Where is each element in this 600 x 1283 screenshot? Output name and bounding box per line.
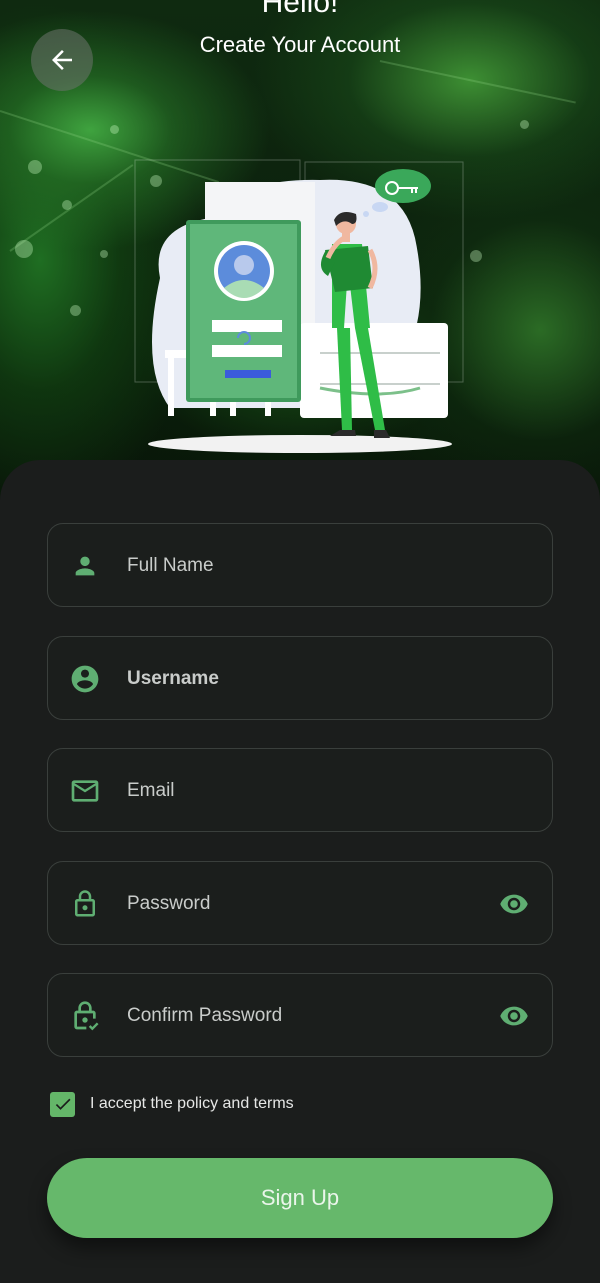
full-name-field[interactable]: Full Name <box>47 523 553 607</box>
terms-checkbox[interactable] <box>50 1091 75 1117</box>
terms-row: I accept the policy and terms <box>50 1091 294 1117</box>
hero-background: Hello! Create Your Account <box>0 0 600 500</box>
mail-icon <box>68 774 102 808</box>
eye-icon[interactable] <box>498 889 530 919</box>
lock-icon <box>68 887 102 921</box>
terms-label: I accept the policy and terms <box>90 1095 294 1112</box>
lock-check-icon <box>68 999 102 1033</box>
full-name-placeholder: Full Name <box>127 555 214 576</box>
email-placeholder: Email <box>127 780 175 801</box>
person-icon <box>68 549 102 583</box>
account-circle-icon <box>68 662 102 696</box>
greeting-heading: Hello! <box>261 0 339 19</box>
username-placeholder: Username <box>127 668 219 689</box>
signup-illustration <box>134 159 464 453</box>
username-field[interactable]: Username <box>47 636 553 720</box>
eye-icon[interactable] <box>498 1001 530 1031</box>
arrow-left-icon <box>52 50 72 70</box>
sign-up-button[interactable]: Sign Up <box>47 1158 553 1238</box>
password-placeholder: Password <box>127 893 211 914</box>
confirm-password-field[interactable]: Confirm Password <box>47 973 553 1057</box>
password-field[interactable]: Password <box>47 861 553 945</box>
check-icon <box>55 1098 70 1110</box>
back-button[interactable] <box>31 29 93 91</box>
confirm-password-placeholder: Confirm Password <box>127 1005 283 1026</box>
email-field[interactable]: Email <box>47 748 553 832</box>
